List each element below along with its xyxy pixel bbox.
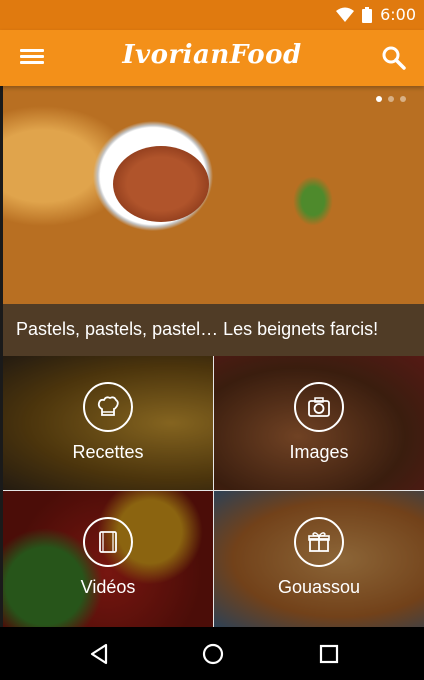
tile-recettes[interactable]: Recettes (3, 356, 213, 490)
recents-icon (319, 644, 339, 664)
carousel-dot[interactable] (400, 96, 406, 102)
tile-gouassou[interactable]: Gouassou (214, 491, 424, 627)
search-icon (382, 46, 406, 70)
tile-videos[interactable]: Vidéos (3, 491, 213, 627)
sauce-bowl-image (113, 146, 209, 222)
home-button[interactable] (200, 641, 226, 667)
status-bar: 6:00 (0, 0, 424, 30)
back-icon (90, 643, 108, 665)
tile-label: Vidéos (80, 577, 136, 597)
app-logo: IvorianFood (122, 40, 302, 70)
system-nav-bar (0, 627, 424, 680)
grid-divider (3, 490, 424, 491)
carousel-dot[interactable] (388, 96, 394, 102)
tile-label: Recettes (72, 442, 144, 462)
carousel-indicator (376, 96, 406, 102)
images-icon-circle (294, 382, 344, 432)
tile-label: Gouassou (277, 577, 361, 597)
chef-hat-icon (97, 396, 119, 416)
home-icon (202, 643, 224, 665)
gift-icon (308, 532, 330, 552)
video-icon (99, 531, 117, 553)
back-button[interactable] (86, 641, 112, 667)
herb-garnish-image (293, 176, 333, 226)
grid-divider (213, 356, 214, 627)
carousel-dot[interactable] (376, 96, 382, 102)
recents-button[interactable] (316, 641, 342, 667)
wifi-icon (336, 7, 355, 22)
hero-caption: Pastels, pastels, pastel… Les beignets f… (3, 304, 424, 356)
tile-images[interactable]: Images (214, 356, 424, 490)
videos-icon-circle (83, 517, 133, 567)
app-bar: IvorianFood (0, 30, 424, 86)
hero-caption-text: Pastels, pastels, pastel… Les beignets f… (16, 319, 379, 339)
tile-label: Images (289, 442, 349, 462)
camera-icon (308, 397, 330, 417)
battery-icon (362, 6, 373, 23)
status-time: 6:00 (380, 5, 416, 24)
recettes-icon-circle (83, 382, 133, 432)
hero-banner[interactable]: Pastels, pastels, pastel… Les beignets f… (3, 86, 424, 356)
search-button[interactable] (380, 44, 408, 72)
gouassou-icon-circle (294, 517, 344, 567)
